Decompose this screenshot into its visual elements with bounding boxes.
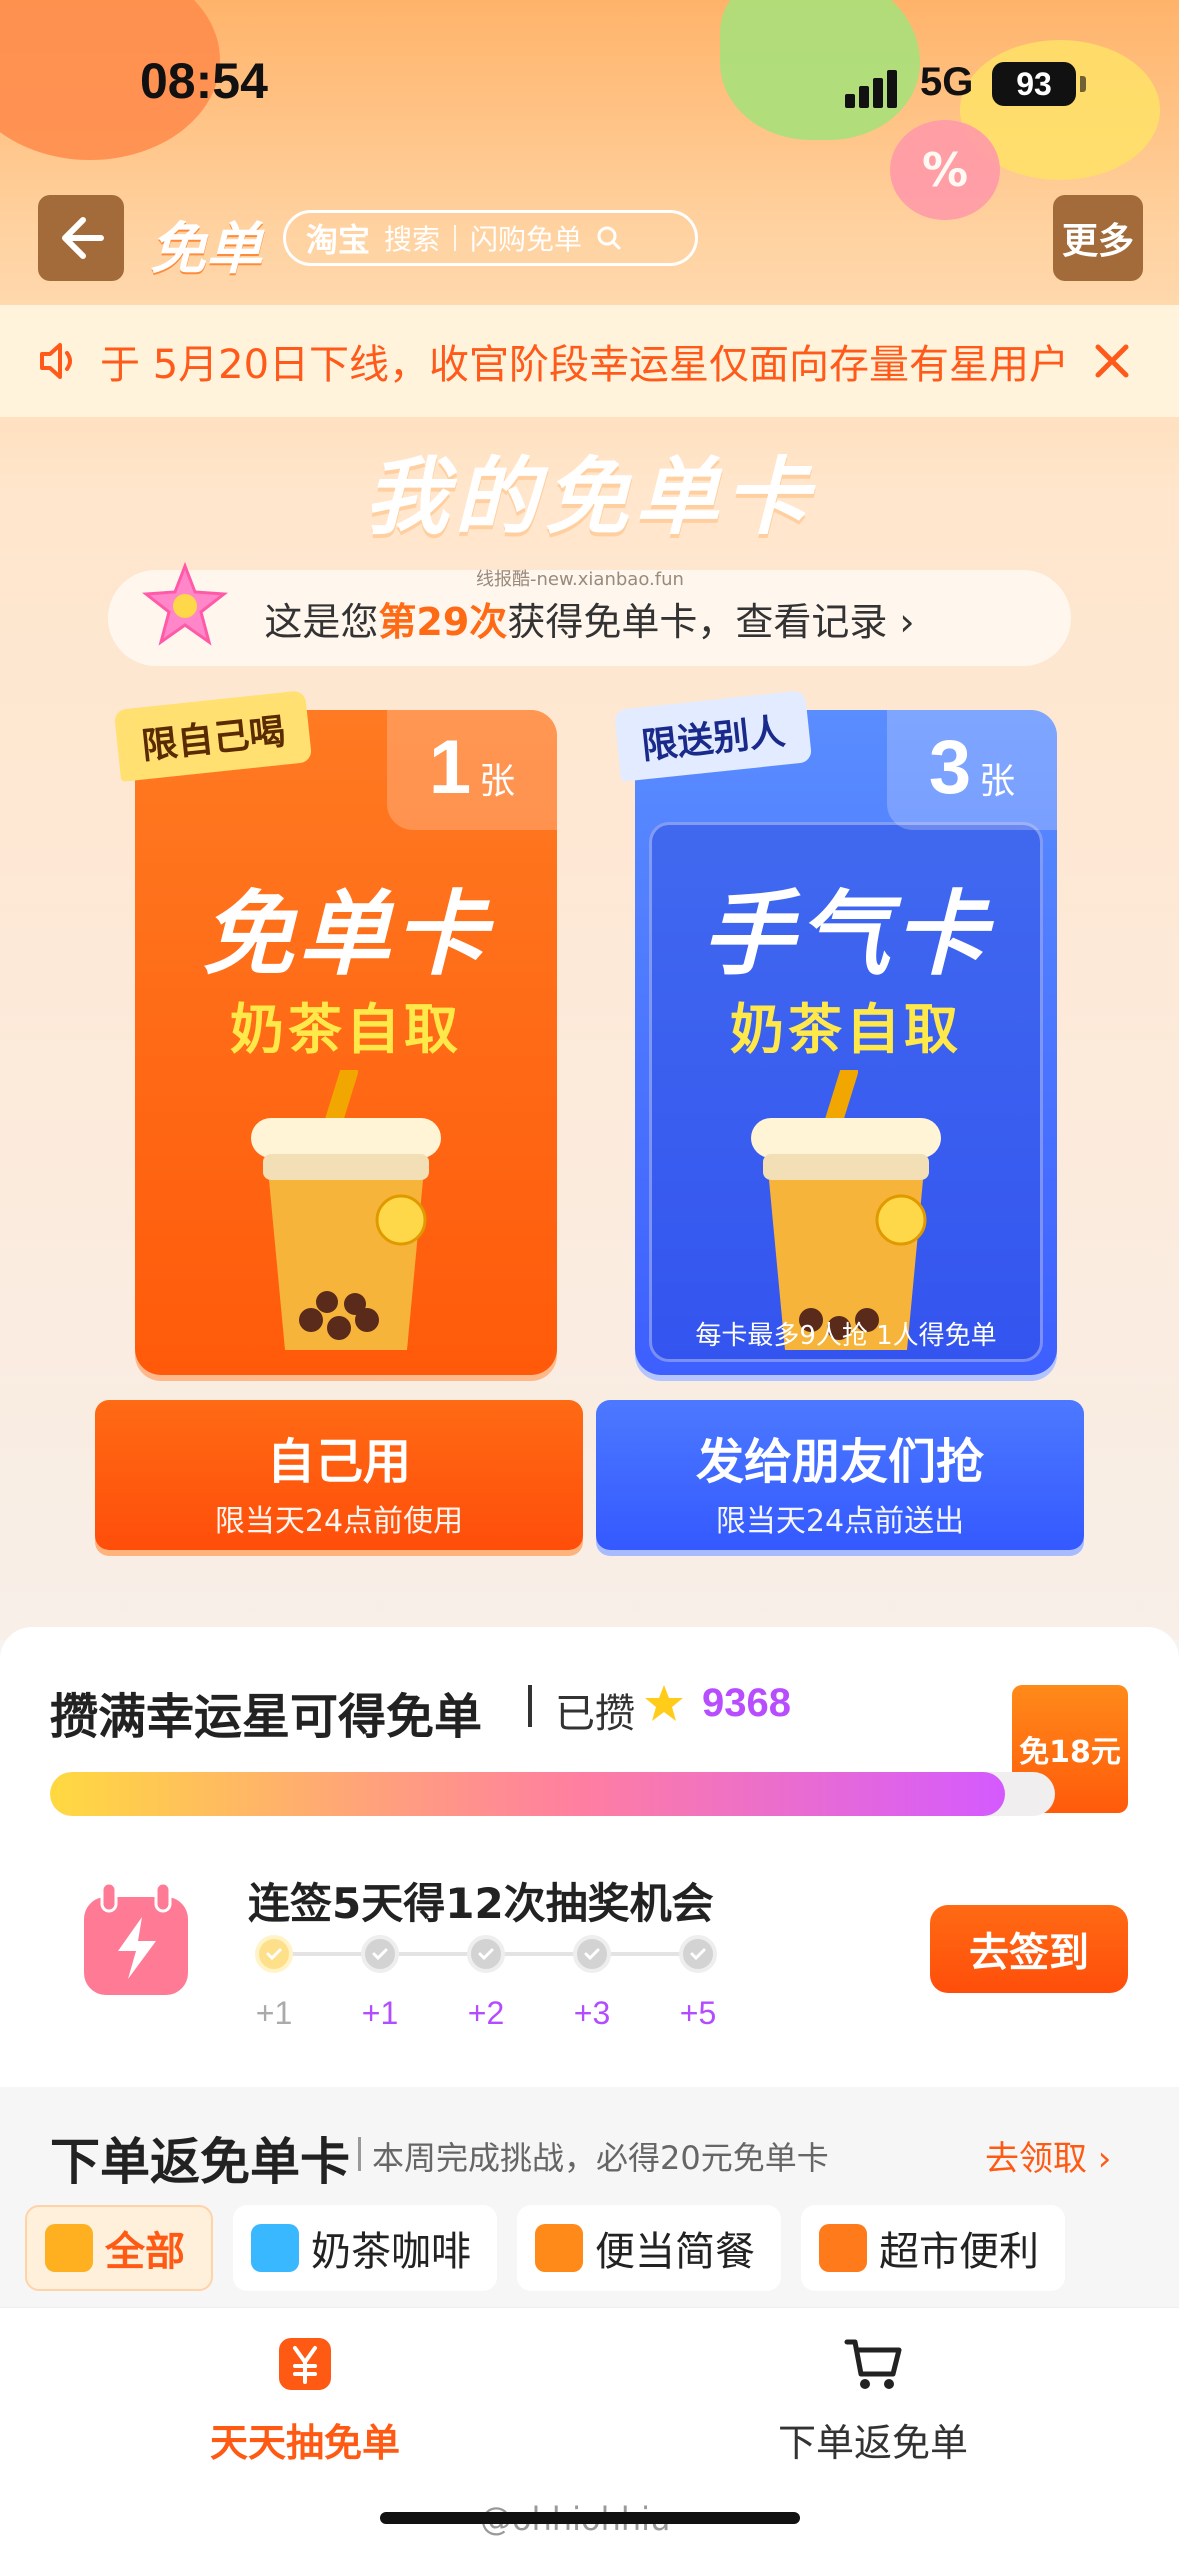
star-icon	[141, 561, 229, 646]
checkin-day-dot	[573, 1935, 611, 1973]
checkin-button[interactable]: 去签到	[930, 1905, 1128, 1993]
button-label: 发给朋友们抢	[695, 1434, 984, 1490]
checkin-day-dot	[361, 1935, 399, 1973]
lucky-star-panel: 攒满幸运星可得免单 已攒 9368 免18元 连签5天得12次抽奖机会 +1 +1…	[0, 1627, 1179, 2087]
card-count: 3 张	[887, 710, 1057, 830]
calendar-lightning-icon	[84, 1881, 188, 1995]
card-note: 每卡最多9人抢 1人得免单	[695, 1321, 997, 1351]
card-title: 手气卡	[701, 881, 990, 988]
network-type: 5G	[920, 60, 974, 104]
tab-order-rebate[interactable]: 下单返免单	[723, 2332, 1023, 2467]
card-count-number: 3	[928, 725, 972, 810]
back-arrow-icon	[62, 217, 104, 259]
search-icon	[597, 226, 621, 250]
page-title: 免单	[150, 217, 262, 282]
card-count-unit: 张	[979, 761, 1016, 802]
record-suffix: 获得免单卡，查看记录 ›	[507, 599, 915, 644]
notice-text: 于 5月20日下线，收官阶段幸运星仅面向存量有星用户	[100, 342, 1070, 388]
battery-icon: 93	[992, 62, 1076, 106]
use-self-button[interactable]: 自己用 限当天24点前使用	[95, 1400, 583, 1550]
category-chip[interactable]: 全部	[25, 2205, 213, 2291]
record-prefix: 这是您	[264, 599, 379, 644]
search-brand: 淘宝	[306, 221, 371, 259]
lucky-have-label: 已攒	[555, 1691, 635, 1737]
lucky-progress-fill	[50, 1772, 1005, 1816]
tab-daily-draw[interactable]: 天天抽免单	[155, 2332, 455, 2467]
check-icon	[372, 1948, 388, 1961]
checkin-day-label: +1	[255, 1995, 293, 2031]
search-hint: 闪购免单	[470, 223, 583, 256]
checkin-day-dot	[255, 1935, 293, 1973]
category-chip[interactable]: 超市便利	[801, 2205, 1065, 2291]
category-label: 奶茶咖啡	[311, 2229, 471, 2275]
search-label: 搜索	[384, 223, 441, 256]
notice-bar: 于 5月20日下线，收官阶段幸运星仅面向存量有星用户	[0, 305, 1179, 417]
bento-icon	[535, 2224, 583, 2272]
check-icon	[478, 1948, 494, 1961]
cart-icon	[844, 2339, 902, 2389]
category-chip[interactable]: 奶茶咖啡	[233, 2205, 497, 2291]
button-sublabel: 限当天24点前使用	[214, 1504, 464, 1539]
drink-icon	[251, 2224, 299, 2272]
back-button[interactable]	[38, 195, 124, 281]
battery-tip	[1080, 76, 1086, 92]
checkin-day-label: +1	[361, 1995, 399, 2031]
yen-coupon-icon	[279, 2338, 331, 2390]
lucky-count: 9368	[702, 1681, 791, 1725]
status-time: 08:54	[140, 53, 268, 109]
card-count-unit: 张	[479, 761, 516, 802]
card-count-number: 1	[428, 725, 472, 810]
milk-tea-cup-icon	[251, 1070, 441, 1350]
checkin-day-dot	[679, 1935, 717, 1973]
button-sublabel: 限当天24点前送出	[715, 1504, 965, 1539]
checkin-day-label: +3	[573, 1995, 611, 2031]
card-count: 1 张	[387, 710, 557, 830]
order-subtitle: 本周完成挑战，必得20元免单卡	[358, 2133, 829, 2179]
more-button[interactable]: 更多	[1053, 195, 1143, 281]
checkin-day-dot	[467, 1935, 505, 1973]
tab-label: 天天抽免单	[209, 2421, 400, 2465]
signal-icon	[845, 70, 901, 108]
lucky-progress-bar	[50, 1772, 1055, 1816]
card-subtitle: 奶茶自取	[730, 998, 962, 1061]
search-bar[interactable]: 淘宝 搜索 闪购免单	[283, 210, 698, 266]
check-icon	[584, 1948, 600, 1961]
home-indicator[interactable]	[380, 2512, 800, 2524]
free-card[interactable]: 限自己喝 1 张 免单卡 奶茶自取	[113, 690, 557, 1375]
category-label: 超市便利	[879, 2229, 1039, 2275]
bowl-icon	[45, 2224, 93, 2272]
claim-link[interactable]: 去领取 ›	[985, 2131, 1111, 2180]
watermark: 线报酷-new.xianbao.fun	[476, 569, 684, 590]
category-tabs: 全部 奶茶咖啡 便当简餐 超市便利	[25, 2205, 1065, 2295]
status-bar: 08:54 5G 93	[0, 0, 1179, 160]
section-title: 我的免单卡	[364, 448, 815, 546]
checkin-day-label: +2	[467, 1995, 505, 2031]
record-count: 第29次	[378, 599, 508, 644]
card-title: 免单卡	[201, 881, 490, 988]
search-divider	[454, 225, 457, 251]
lucky-card[interactable]: 限送别人 3 张 手气卡 奶茶自取 每卡最多9人抢 1人得免单	[613, 690, 1057, 1375]
category-chip[interactable]: 便当简餐	[517, 2205, 781, 2291]
send-friends-button[interactable]: 发给朋友们抢 限当天24点前送出	[596, 1400, 1084, 1550]
checkin-title: 连签5天得12次抽奖机会	[248, 1879, 714, 1928]
check-icon	[266, 1948, 282, 1961]
card-subtitle: 奶茶自取	[230, 998, 462, 1061]
lucky-title: 攒满幸运星可得免单	[50, 1689, 483, 1745]
store-icon	[819, 2224, 867, 2272]
button-label: 自己用	[266, 1434, 411, 1490]
speaker-icon	[40, 343, 72, 379]
category-label: 便当简餐	[595, 2229, 755, 2275]
nav-bar: 免单 淘宝 搜索 闪购免单 更多	[0, 190, 1179, 290]
star-icon	[645, 1685, 683, 1721]
tab-label: 下单返免单	[777, 2421, 968, 2465]
order-rebate-section: 下单返免单卡 本周完成挑战，必得20元免单卡 去领取 › 全部 奶茶咖啡 便当简餐 超…	[0, 2087, 1179, 2307]
check-icon	[690, 1948, 706, 1961]
divider	[528, 1685, 532, 1727]
order-title: 下单返免单卡	[50, 2133, 350, 2191]
close-icon[interactable]	[1080, 329, 1144, 393]
checkin-day-label: +5	[679, 1995, 717, 2031]
category-label: 全部	[105, 2229, 185, 2275]
